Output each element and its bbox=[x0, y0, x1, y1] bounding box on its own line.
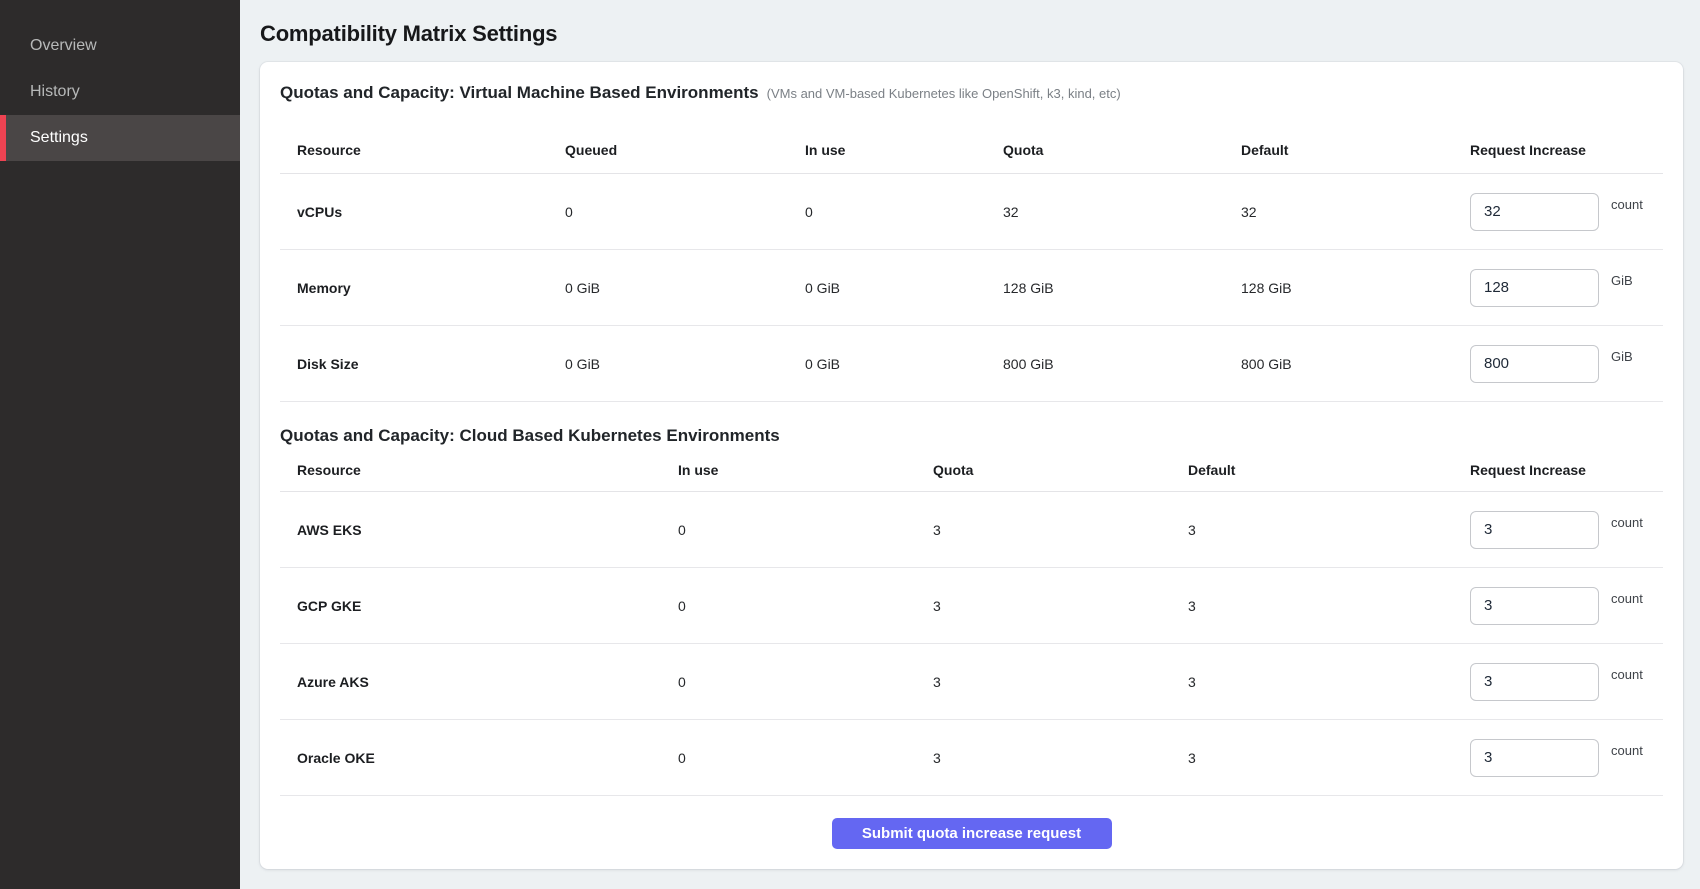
cloud-section-title: Quotas and Capacity: Cloud Based Kuberne… bbox=[280, 425, 780, 446]
vm-col-default: Default bbox=[1241, 142, 1470, 158]
vcpus-request-input[interactable] bbox=[1470, 193, 1599, 231]
oracle-oke-request-input[interactable] bbox=[1470, 739, 1599, 777]
resource-label: AWS EKS bbox=[280, 522, 678, 538]
cell-default: 800 GiB bbox=[1241, 356, 1470, 372]
cloud-section-heading: Quotas and Capacity: Cloud Based Kuberne… bbox=[280, 425, 1663, 446]
cell-in-use: 0 GiB bbox=[805, 280, 1003, 296]
resource-label: Memory bbox=[280, 280, 565, 296]
cell-in-use: 0 bbox=[805, 204, 1003, 220]
cell-in-use: 0 bbox=[678, 674, 933, 690]
quota-settings-card: Quotas and Capacity: Virtual Machine Bas… bbox=[260, 62, 1683, 869]
unit-label: count bbox=[1611, 197, 1643, 212]
cell-queued: 0 bbox=[565, 204, 805, 220]
vm-col-resource: Resource bbox=[280, 142, 565, 158]
table-row-memory: Memory 0 GiB 0 GiB 128 GiB 128 GiB GiB bbox=[280, 250, 1663, 326]
footer-actions: Submit quota increase request bbox=[280, 796, 1663, 870]
unit-label: count bbox=[1611, 743, 1643, 758]
vm-section-subtitle: (VMs and VM-based Kubernetes like OpenSh… bbox=[767, 83, 1121, 104]
cell-quota: 800 GiB bbox=[1003, 356, 1241, 372]
table-row-azure-aks: Azure AKS 0 3 3 count bbox=[280, 644, 1663, 720]
cloud-table-header: Resource In use Quota Default Request In… bbox=[280, 446, 1663, 492]
table-row-vcpus: vCPUs 0 0 32 32 count bbox=[280, 174, 1663, 250]
table-row-gcp-gke: GCP GKE 0 3 3 count bbox=[280, 568, 1663, 644]
sidebar-item-overview[interactable]: Overview bbox=[0, 23, 240, 69]
resource-label: Disk Size bbox=[280, 356, 565, 372]
cloud-col-quota: Quota bbox=[933, 462, 1188, 478]
resource-label: Azure AKS bbox=[280, 674, 678, 690]
resource-label: GCP GKE bbox=[280, 598, 678, 614]
cell-default: 128 GiB bbox=[1241, 280, 1470, 296]
sidebar: Overview History Settings bbox=[0, 0, 240, 889]
vm-col-queued: Queued bbox=[565, 142, 805, 158]
cell-default: 3 bbox=[1188, 674, 1470, 690]
cell-queued: 0 GiB bbox=[565, 280, 805, 296]
vm-table-header: Resource Queued In use Quota Default Req… bbox=[280, 104, 1663, 174]
cell-in-use: 0 bbox=[678, 750, 933, 766]
unit-label: count bbox=[1611, 591, 1643, 606]
submit-quota-increase-button[interactable]: Submit quota increase request bbox=[832, 818, 1112, 849]
cell-in-use: 0 bbox=[678, 522, 933, 538]
cell-quota: 3 bbox=[933, 522, 1188, 538]
table-row-disk-size: Disk Size 0 GiB 0 GiB 800 GiB 800 GiB Gi… bbox=[280, 326, 1663, 402]
table-row-oracle-oke: Oracle OKE 0 3 3 count bbox=[280, 720, 1663, 796]
vm-col-quota: Quota bbox=[1003, 142, 1241, 158]
resource-label: vCPUs bbox=[280, 204, 565, 220]
vm-section-heading: Quotas and Capacity: Virtual Machine Bas… bbox=[280, 82, 1663, 104]
cloud-col-in-use: In use bbox=[678, 462, 933, 478]
unit-label: GiB bbox=[1611, 349, 1633, 364]
cell-in-use: 0 GiB bbox=[805, 356, 1003, 372]
cell-quota: 3 bbox=[933, 750, 1188, 766]
sidebar-item-settings[interactable]: Settings bbox=[0, 115, 240, 161]
cell-quota: 32 bbox=[1003, 204, 1241, 220]
cell-default: 3 bbox=[1188, 598, 1470, 614]
vm-col-in-use: In use bbox=[805, 142, 1003, 158]
cell-quota: 128 GiB bbox=[1003, 280, 1241, 296]
sidebar-item-history[interactable]: History bbox=[0, 69, 240, 115]
vm-col-request-increase: Request Increase bbox=[1470, 142, 1663, 158]
memory-request-input[interactable] bbox=[1470, 269, 1599, 307]
cloud-col-default: Default bbox=[1188, 462, 1470, 478]
cloud-col-resource: Resource bbox=[280, 462, 678, 478]
main-content: Compatibility Matrix Settings Quotas and… bbox=[240, 0, 1700, 889]
unit-label: count bbox=[1611, 667, 1643, 682]
azure-aks-request-input[interactable] bbox=[1470, 663, 1599, 701]
cell-quota: 3 bbox=[933, 598, 1188, 614]
cell-default: 3 bbox=[1188, 522, 1470, 538]
unit-label: count bbox=[1611, 515, 1643, 530]
vm-section-title: Quotas and Capacity: Virtual Machine Bas… bbox=[280, 82, 759, 103]
table-row-aws-eks: AWS EKS 0 3 3 count bbox=[280, 492, 1663, 568]
resource-label: Oracle OKE bbox=[280, 750, 678, 766]
cell-quota: 3 bbox=[933, 674, 1188, 690]
unit-label: GiB bbox=[1611, 273, 1633, 288]
cell-in-use: 0 bbox=[678, 598, 933, 614]
aws-eks-request-input[interactable] bbox=[1470, 511, 1599, 549]
cloud-col-request-increase: Request Increase bbox=[1470, 462, 1663, 478]
cell-queued: 0 GiB bbox=[565, 356, 805, 372]
cell-default: 3 bbox=[1188, 750, 1470, 766]
page-title: Compatibility Matrix Settings bbox=[260, 21, 1683, 47]
cell-default: 32 bbox=[1241, 204, 1470, 220]
gcp-gke-request-input[interactable] bbox=[1470, 587, 1599, 625]
disk-size-request-input[interactable] bbox=[1470, 345, 1599, 383]
